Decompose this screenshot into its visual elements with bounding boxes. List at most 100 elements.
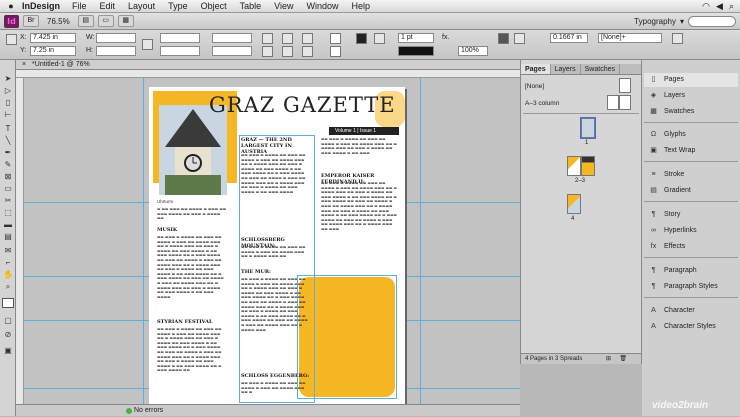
panel-menu-icon[interactable]: [672, 33, 683, 44]
flip-horizontal-icon[interactable]: [262, 33, 273, 44]
tab-layers[interactable]: Layers: [551, 64, 581, 74]
y-field[interactable]: 7.25 in: [30, 46, 76, 56]
app-menu[interactable]: InDesign: [22, 1, 60, 11]
dock-effects[interactable]: fx Effects: [644, 240, 738, 254]
dock-swatches[interactable]: ▦ Swatches: [644, 105, 738, 119]
offset-field[interactable]: 0.1667 in: [550, 33, 588, 43]
scale-y-field[interactable]: [160, 46, 200, 56]
clock-tower-image[interactable]: [159, 105, 227, 195]
ruler-guide[interactable]: [420, 78, 421, 404]
scissors-tool-icon[interactable]: ✂: [2, 196, 14, 206]
type-tool-icon[interactable]: T: [2, 124, 14, 134]
h-field[interactable]: [96, 46, 136, 56]
dock-character-styles[interactable]: A Character Styles: [644, 320, 738, 334]
pasteboard[interactable]: GRAZ GAZETTE Volume 1 | Issue 1 Uhrturm …: [24, 78, 520, 404]
dock-story[interactable]: ¶ Story: [644, 208, 738, 222]
wifi-icon[interactable]: ◠: [702, 1, 710, 12]
scale-x-field[interactable]: [160, 33, 200, 43]
x-field[interactable]: 7.425 in: [30, 33, 76, 43]
dock-gradient[interactable]: ▤ Gradient: [644, 184, 738, 198]
flip-vertical-icon[interactable]: [262, 46, 273, 57]
direct-selection-icon[interactable]: ▷: [2, 86, 14, 96]
menu-object[interactable]: Object: [201, 1, 227, 11]
page-tool-icon[interactable]: ▯: [2, 98, 14, 108]
masthead-title[interactable]: GRAZ GAZETTE: [209, 93, 396, 117]
subhead-musik[interactable]: MUSIK: [157, 227, 227, 233]
view-options-icon[interactable]: ▤: [77, 15, 94, 27]
menu-layout[interactable]: Layout: [128, 1, 155, 11]
rectangle-tool-icon[interactable]: ▭: [2, 184, 14, 194]
bridge-button[interactable]: Br: [23, 15, 39, 27]
apply-none-icon[interactable]: ⊘: [2, 330, 14, 340]
stroke-weight-field[interactable]: 1 pt: [398, 33, 434, 43]
hand-tool-icon[interactable]: ✋: [2, 270, 14, 280]
formatting-container-icon[interactable]: ▢: [2, 316, 14, 326]
dock-character[interactable]: A Character: [644, 304, 738, 318]
master-a-left-thumb[interactable]: [607, 95, 619, 110]
master-none-thumb[interactable]: [619, 78, 631, 93]
screen-mode-icon[interactable]: ▭: [97, 15, 114, 27]
tab-pages[interactable]: Pages: [521, 64, 551, 74]
image-caption[interactable]: Uhrturm: [157, 199, 173, 204]
arrange-documents-icon[interactable]: ▦: [117, 15, 134, 27]
dock-glyphs[interactable]: Ω Glyphs: [644, 128, 738, 142]
vertical-ruler[interactable]: [16, 78, 24, 404]
selected-frame-outline[interactable]: [297, 275, 397, 399]
fill-color-icon[interactable]: [356, 33, 367, 44]
menu-file[interactable]: File: [72, 1, 87, 11]
screen-mode-tool-icon[interactable]: ▣: [2, 346, 14, 356]
pencil-tool-icon[interactable]: ✎: [2, 160, 14, 170]
volume-bar[interactable]: Volume 1 | Issue 1: [329, 127, 399, 135]
body-text-column-3a[interactable]: ▬▬ ▬▬▬ ▬ ▬▬▬▬ ▬▬ ▬▬▬ ▬▬ ▬▬▬▬ ▬ ▬▬▬ ▬▬ ▬▬…: [321, 137, 397, 171]
w-field[interactable]: [96, 33, 136, 43]
dock-text-wrap[interactable]: ▣ Text Wrap: [644, 144, 738, 158]
document-page[interactable]: GRAZ GAZETTE Volume 1 | Issue 1 Uhrturm …: [149, 87, 405, 404]
zoom-level[interactable]: 76.5%: [43, 17, 74, 26]
fill-stroke-icon[interactable]: [2, 298, 14, 308]
page-thumb-2[interactable]: [567, 156, 581, 176]
body-text-column-1b[interactable]: ▬▬ ▬▬▬ ▬ ▬▬▬▬ ▬▬ ▬▬▬ ▬▬ ▬▬▬▬ ▬ ▬▬▬ ▬▬ ▬▬…: [157, 235, 227, 317]
page-thumb-3[interactable]: [581, 156, 595, 176]
preflight-status-icon[interactable]: [126, 408, 132, 414]
apple-icon[interactable]: ●: [0, 1, 22, 11]
dock-paragraph-styles[interactable]: ¶ Paragraph Styles: [644, 280, 738, 294]
horizontal-ruler[interactable]: [16, 70, 520, 78]
pen-tool-icon[interactable]: ✒: [2, 148, 14, 158]
menu-window[interactable]: Window: [306, 1, 338, 11]
menu-type[interactable]: Type: [168, 1, 188, 11]
stroke-color-icon[interactable]: [374, 33, 385, 44]
document-tab[interactable]: × *Untitled-1 @ 76%: [16, 60, 520, 70]
menu-view[interactable]: View: [274, 1, 293, 11]
menu-table[interactable]: Table: [240, 1, 262, 11]
constrain-proportions-icon[interactable]: [142, 39, 153, 50]
opacity-field[interactable]: 100%: [458, 46, 488, 56]
gradient-swatch-icon[interactable]: ▬: [2, 220, 14, 230]
dock-stroke[interactable]: ≡ Stroke: [644, 168, 738, 182]
body-text-column-1a[interactable]: ▬ ▬▬ ▬▬▬ ▬▬ ▬▬▬▬ ▬ ▬▬▬ ▬▬ ▬▬▬ ▬▬▬▬ ▬▬ ▬▬…: [157, 207, 227, 227]
select-content-icon[interactable]: [282, 46, 293, 57]
preflight-errors[interactable]: No errors: [134, 405, 163, 417]
new-page-icon[interactable]: ⊞: [606, 354, 611, 365]
stroke-swatch-icon[interactable]: [330, 46, 341, 57]
dock-pages[interactable]: ▯ Pages: [644, 73, 738, 87]
volume-icon[interactable]: ◀: [716, 1, 723, 12]
spotlight-icon[interactable]: ⌕: [729, 1, 734, 12]
help-search-input[interactable]: [688, 15, 736, 27]
body-text-column-3b[interactable]: ▬▬ ▬▬▬ ▬ ▬▬▬▬ ▬▬ ▬▬▬ ▬▬ ▬▬▬▬ ▬ ▬▬▬ ▬▬ ▬▬…: [321, 181, 397, 273]
menu-help[interactable]: Help: [352, 1, 371, 11]
gap-tool-icon[interactable]: ⊢: [2, 110, 14, 120]
workspace-switcher[interactable]: Typography ▾: [634, 15, 740, 27]
delete-page-icon[interactable]: 🗑: [619, 354, 627, 365]
dock-paragraph[interactable]: ¶ Paragraph: [644, 264, 738, 278]
page-thumb-1[interactable]: [580, 117, 596, 139]
object-style-field[interactable]: [None]+: [598, 33, 662, 43]
subhead-styrian[interactable]: STYRIAN FESTIVAL: [157, 319, 227, 325]
master-a-right-thumb[interactable]: [619, 95, 631, 110]
zoom-tool-icon[interactable]: ⌕: [2, 282, 14, 292]
body-text-column-1c[interactable]: ▬▬ ▬▬▬ ▬ ▬▬▬▬ ▬▬ ▬▬▬ ▬▬ ▬▬▬▬ ▬ ▬▬▬ ▬▬ ▬▬…: [157, 327, 227, 399]
select-container-icon[interactable]: [282, 33, 293, 44]
dock-hyperlinks[interactable]: ∞ Hyperlinks: [644, 224, 738, 238]
stroke-type-field[interactable]: [398, 46, 434, 56]
rectangle-frame-icon[interactable]: ⊠: [2, 172, 14, 182]
wrap-around-icon[interactable]: [514, 33, 525, 44]
